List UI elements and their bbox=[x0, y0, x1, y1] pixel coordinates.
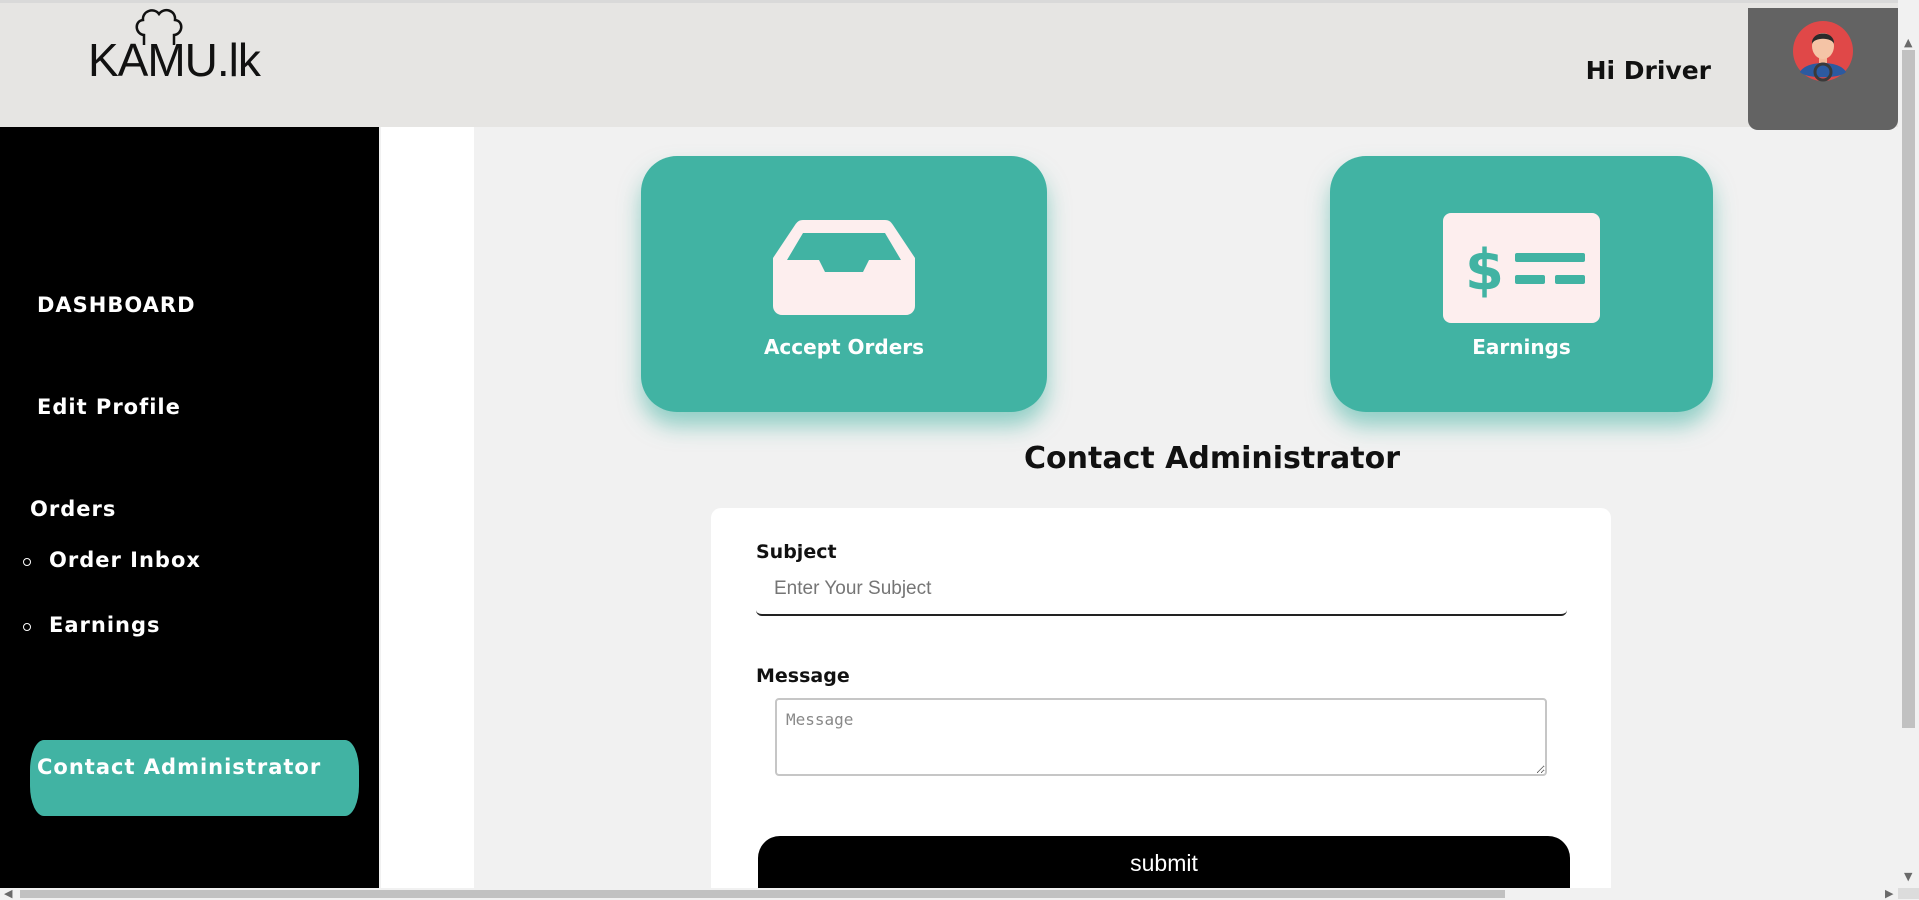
horizontal-scroll-thumb[interactable] bbox=[20, 890, 1505, 898]
content-gutter bbox=[381, 127, 474, 888]
bullet-icon bbox=[23, 558, 31, 566]
bullet-icon bbox=[23, 623, 31, 631]
sidebar-item-orders[interactable]: Orders bbox=[30, 497, 116, 521]
card-label: Earnings bbox=[1472, 335, 1571, 359]
contact-form: Subject Message submit bbox=[711, 508, 1611, 899]
accept-orders-card[interactable]: Accept Orders bbox=[641, 156, 1047, 412]
sidebar-item-label: Earnings bbox=[49, 613, 161, 637]
driver-avatar-icon[interactable] bbox=[1792, 20, 1854, 82]
sidebar-item-edit-profile[interactable]: Edit Profile bbox=[37, 395, 181, 419]
bill-icon: $ bbox=[1443, 213, 1600, 323]
logo-text: KAMU.lk bbox=[88, 34, 261, 86]
greeting-text: Hi Driver bbox=[1585, 56, 1711, 85]
earnings-card[interactable]: $ Earnings bbox=[1330, 156, 1713, 412]
sidebar-item-contact-administrator[interactable]: Contact Administrator bbox=[30, 740, 359, 816]
sidebar-item-earnings[interactable]: Earnings bbox=[23, 613, 161, 637]
vertical-scroll-thumb[interactable] bbox=[1902, 50, 1915, 728]
scroll-down-arrow-icon[interactable]: ▼ bbox=[1904, 871, 1912, 882]
card-label: Accept Orders bbox=[763, 335, 925, 359]
sidebar-item-order-inbox[interactable]: Order Inbox bbox=[23, 548, 201, 572]
sidebar-item-dashboard[interactable]: DASHBOARD bbox=[37, 293, 196, 317]
avatar-container[interactable] bbox=[1748, 8, 1898, 130]
top-header: KAMU.lk Hi Driver bbox=[0, 0, 1898, 130]
message-textarea[interactable] bbox=[775, 698, 1547, 776]
svg-text:$: $ bbox=[1465, 238, 1504, 303]
scroll-left-arrow-icon[interactable]: ◀ bbox=[4, 888, 12, 899]
scrollbar-corner bbox=[1898, 888, 1919, 899]
logo[interactable]: KAMU.lk bbox=[88, 8, 261, 86]
scroll-right-arrow-icon[interactable]: ▶ bbox=[1885, 888, 1893, 899]
scroll-up-arrow-icon[interactable]: ▲ bbox=[1904, 37, 1912, 48]
subject-label: Subject bbox=[756, 541, 837, 563]
subject-input[interactable] bbox=[756, 563, 1567, 616]
sidebar: DASHBOARD Edit Profile Orders Order Inbo… bbox=[0, 127, 379, 888]
message-label: Message bbox=[756, 665, 850, 687]
page-title: Contact Administrator bbox=[1024, 441, 1400, 476]
inbox-icon bbox=[773, 220, 915, 315]
sidebar-item-label: Order Inbox bbox=[49, 548, 201, 572]
